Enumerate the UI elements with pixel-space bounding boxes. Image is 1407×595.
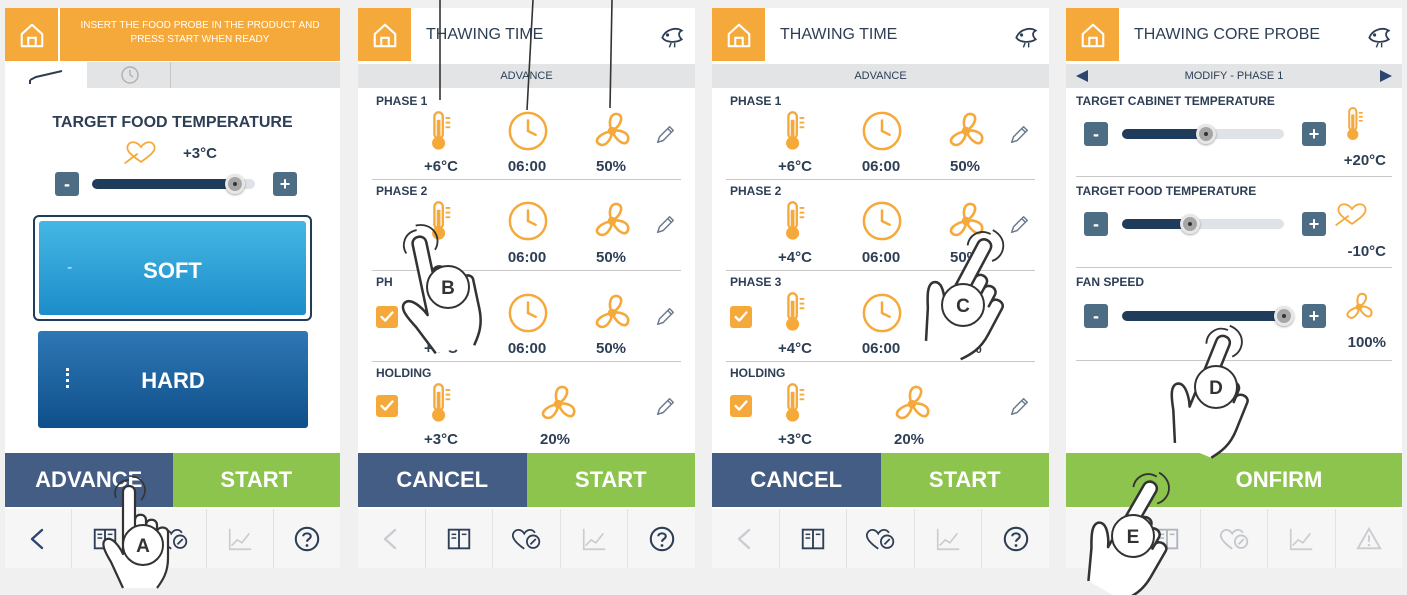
hand-pointer-e: E — [1067, 456, 1200, 595]
callout-letter-d: D — [1209, 378, 1223, 399]
callout-letter-a: A — [136, 536, 150, 557]
callout-letter-e: E — [1127, 527, 1140, 548]
callout-letter-c: C — [956, 296, 970, 317]
leader-line — [526, 0, 534, 111]
callout-letter-b: B — [441, 278, 455, 299]
hand-pointer-b: B — [385, 214, 488, 360]
leader-line — [609, 0, 613, 109]
hand-pointer-a: A — [102, 474, 170, 590]
hand-pointer-c: C — [904, 214, 1034, 367]
annotation-overlay: A B C D E — [102, 0, 1273, 595]
hand-pointer-d: D — [1152, 313, 1273, 464]
